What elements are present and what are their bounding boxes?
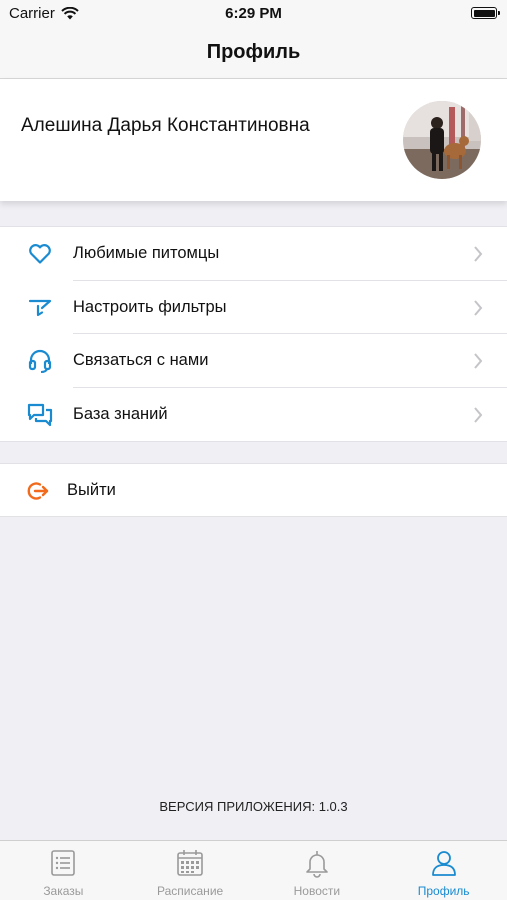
chevron-right-icon xyxy=(474,353,483,369)
menu-item-favorite-pets[interactable]: Любимые питомцы xyxy=(0,227,507,281)
bell-icon xyxy=(306,851,328,878)
chevron-right-icon xyxy=(474,406,483,423)
app-version: ВЕРСИЯ ПРИЛОЖЕНИЯ: 1.0.3 xyxy=(159,799,348,814)
calendar-icon xyxy=(177,850,203,876)
chevron-right-icon xyxy=(474,246,483,262)
logout-label: Выйти xyxy=(67,481,116,499)
menu-list: Любимые питомцы Настроить фильтры Связат… xyxy=(0,226,507,442)
chat-bubbles-icon xyxy=(27,403,53,426)
menu-item-label: База знаний xyxy=(73,404,168,423)
menu-item-knowledge-base[interactable]: База знаний xyxy=(0,388,507,442)
page-title: Профиль xyxy=(206,41,301,63)
menu-item-filters[interactable]: Настроить фильтры xyxy=(0,281,507,334)
tab-label: Расписание xyxy=(157,884,224,898)
heart-icon xyxy=(29,244,51,264)
tab-bar: Заказы Расписание Новости Профиль xyxy=(0,840,507,900)
tab-label: Новости xyxy=(293,884,341,898)
menu-item-label: Настроить фильтры xyxy=(73,297,227,316)
menu-item-contact-us[interactable]: Связаться с нами xyxy=(0,334,507,388)
navigation-bar: Профиль xyxy=(0,28,507,79)
person-icon xyxy=(431,851,456,876)
avatar[interactable] xyxy=(403,101,481,179)
status-time: 6:29 PM xyxy=(225,5,282,22)
menu-item-label: Любимые питомцы xyxy=(73,244,220,262)
logout-button[interactable]: Выйти xyxy=(0,463,507,517)
logout-icon xyxy=(27,482,49,500)
tab-label: Заказы xyxy=(43,884,84,898)
tab-profile[interactable]: Профиль xyxy=(380,841,507,900)
tab-news[interactable]: Новости xyxy=(254,841,381,900)
battery-icon xyxy=(471,7,500,19)
tab-orders[interactable]: Заказы xyxy=(0,841,127,900)
profile-name: Алешина Дарья Константиновна xyxy=(21,115,310,136)
profile-card[interactable]: Алешина Дарья Константиновна xyxy=(0,79,507,201)
list-icon xyxy=(51,850,76,876)
tab-label: Профиль xyxy=(417,884,470,898)
filter-icon xyxy=(28,299,52,316)
chevron-right-icon xyxy=(474,299,483,316)
menu-item-label: Связаться с нами xyxy=(73,351,209,369)
tab-schedule[interactable]: Расписание xyxy=(127,841,254,900)
status-bar: Carrier 6:29 PM xyxy=(0,0,507,28)
headset-icon xyxy=(28,349,52,373)
